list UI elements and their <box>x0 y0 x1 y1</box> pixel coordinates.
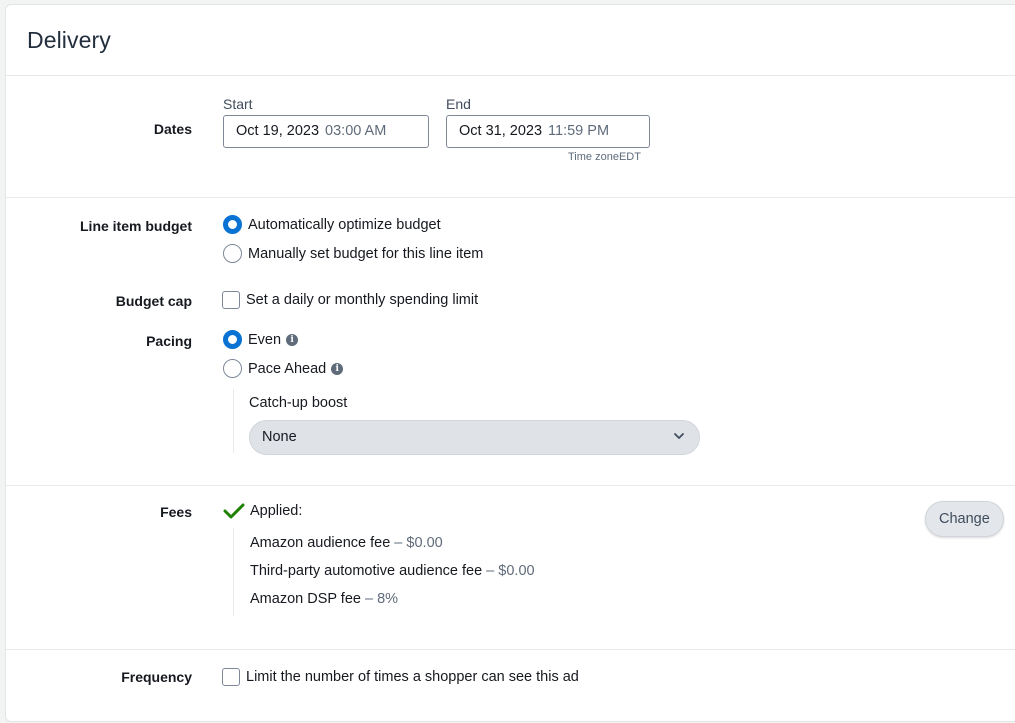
fee-separator: – <box>394 535 403 551</box>
catchup-boost-label: Catch-up boost <box>249 395 348 411</box>
fee-item: Amazon DSP fee – 8% <box>250 591 398 607</box>
fees-section: Fees Applied: Amazon audience fee – $0.0… <box>6 486 1015 650</box>
budget-cap-checkbox-label: Set a daily or monthly spending limit <box>246 292 479 308</box>
end-label: End <box>446 96 471 112</box>
dates-section: Dates Start Oct 19, 2023 03:00 AM End Oct… <box>6 76 1015 198</box>
change-fees-button[interactable]: Change <box>925 501 1004 537</box>
frequency-option[interactable]: Limit the number of times a shopper can … <box>222 668 579 686</box>
line-item-budget-label: Line item budget <box>80 218 192 234</box>
budget-option-auto[interactable]: Automatically optimize budget <box>223 215 441 234</box>
timezone-value: EDT <box>618 151 641 163</box>
fee-name: Amazon DSP fee <box>250 591 361 607</box>
timezone-label: Time zone <box>568 151 619 163</box>
budget-option-auto-label: Automatically optimize budget <box>248 216 441 233</box>
fee-value: $0.00 <box>498 563 535 579</box>
budget-cap-checkbox[interactable] <box>222 291 240 309</box>
frequency-section: Frequency Limit the number of times a sh… <box>6 650 1015 720</box>
fees-indent-line <box>233 528 234 616</box>
start-label: Start <box>223 96 253 112</box>
budget-cap-label: Budget cap <box>115 293 192 309</box>
start-date-value: Oct 19, 2023 <box>236 123 320 139</box>
page-title: Delivery <box>27 27 111 53</box>
fees-status: Applied: <box>223 502 302 520</box>
budget-auto-radio[interactable] <box>223 215 242 234</box>
fee-separator: – <box>486 563 495 579</box>
pacing-label: Pacing <box>146 333 192 349</box>
budget-option-manual-label: Manually set budget for this line item <box>248 245 484 262</box>
fee-value: $0.00 <box>406 535 443 551</box>
catchup-indent-line <box>233 389 234 453</box>
dates-label: Dates <box>153 121 192 137</box>
fee-value: 8% <box>377 591 399 607</box>
pacing-ahead-radio[interactable] <box>223 359 242 378</box>
pacing-option-ahead[interactable]: Pace Ahead i <box>223 359 344 378</box>
budget-manual-radio[interactable] <box>223 244 242 263</box>
start-date-field[interactable]: Oct 19, 2023 03:00 AM <box>223 115 429 148</box>
fees-label: Fees <box>160 504 192 520</box>
fee-name: Amazon audience fee <box>250 535 391 551</box>
fee-item: Third-party automotive audience fee – $0… <box>250 563 535 579</box>
catchup-boost-select[interactable]: None <box>249 420 700 455</box>
pacing-option-even-label: Even <box>248 331 282 348</box>
pacing-option-even[interactable]: Even i <box>223 330 299 349</box>
frequency-checkbox[interactable] <box>222 668 240 686</box>
end-date-field[interactable]: Oct 31, 2023 11:59 PM <box>446 115 650 148</box>
start-time-value: 03:00 AM <box>325 123 387 139</box>
fee-name: Third-party automotive audience fee <box>250 563 483 579</box>
fees-status-text: Applied: <box>250 503 303 519</box>
fee-separator: – <box>365 591 374 607</box>
fee-item: Amazon audience fee – $0.00 <box>250 535 443 551</box>
chevron-down-icon <box>674 433 684 439</box>
budget-option-manual[interactable]: Manually set budget for this line item <box>223 244 483 263</box>
budget-cap-option[interactable]: Set a daily or monthly spending limit <box>222 291 478 309</box>
info-icon[interactable]: i <box>331 362 344 375</box>
delivery-card: Delivery Dates Start Oct 19, 2023 03:00 A… <box>5 4 1015 722</box>
end-date-value: Oct 31, 2023 <box>459 123 543 139</box>
pacing-option-ahead-label: Pace Ahead <box>248 360 327 377</box>
checkmark-icon <box>223 503 245 519</box>
frequency-checkbox-label: Limit the number of times a shopper can … <box>246 669 579 685</box>
card-header: Delivery <box>6 5 1015 76</box>
catchup-boost-value: None <box>262 429 297 445</box>
info-icon[interactable]: i <box>286 333 299 346</box>
end-time-value: 11:59 PM <box>548 123 610 139</box>
pacing-even-radio[interactable] <box>223 330 242 349</box>
timezone-text: Time zoneEDT <box>568 151 641 163</box>
frequency-label: Frequency <box>121 669 192 685</box>
budget-pacing-section: Line item budget Automatically optimize … <box>6 198 1015 486</box>
